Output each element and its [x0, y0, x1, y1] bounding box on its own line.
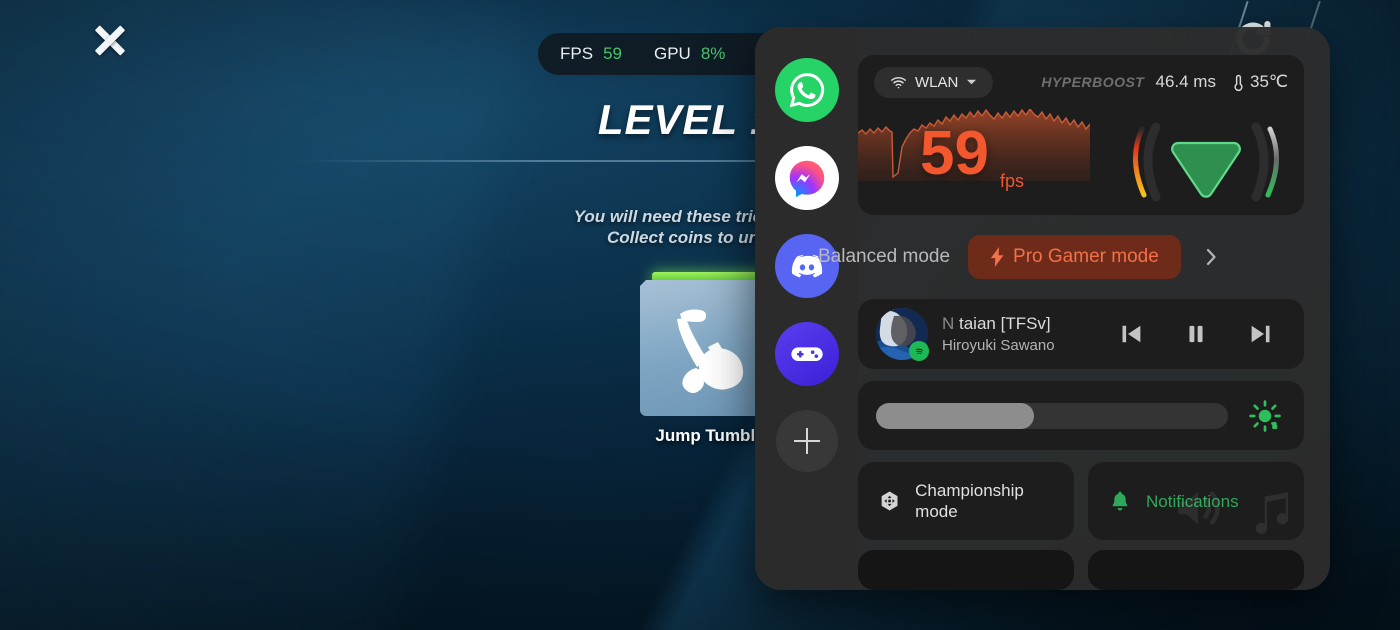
gpu-label: GPU: [653, 44, 691, 63]
game-turbo-overlay-panel: WLAN HYPERBOOST 46.4 ms 35℃ 59 fps Balan…: [755, 27, 1330, 590]
album-art[interactable]: [876, 308, 929, 362]
fps-label: FPS: [560, 44, 594, 63]
dock-app-whatsapp[interactable]: [774, 58, 839, 122]
previous-track-icon: [1122, 325, 1141, 343]
music-note-watermark-icon: [1255, 492, 1289, 535]
brightness-slider[interactable]: [876, 402, 1228, 429]
speaker-watermark-icon: [1178, 491, 1220, 525]
brightness-slider-fill: [876, 402, 1035, 429]
mode-pro-gamer-label: Pro Gamer mode: [1013, 246, 1159, 267]
gauge-arc-left-shadow: [1143, 122, 1161, 202]
championship-mode-tile[interactable]: Championship mode: [858, 462, 1074, 540]
peek-card-right[interactable]: [1088, 550, 1304, 590]
fps-value: 59: [603, 44, 622, 63]
next-track-icon: [1251, 325, 1270, 343]
spotify-icon: [912, 344, 926, 358]
fps-large-value: 59: [920, 119, 989, 188]
gauge-arc-right-shadow: [1251, 122, 1269, 202]
hyperboost-brand-label: HYPERBOOST: [1041, 74, 1145, 90]
pause-button[interactable]: [1182, 320, 1210, 348]
thermometer-icon: [1234, 74, 1243, 91]
peek-cards-row: [858, 550, 1304, 590]
gpu-value: 8%: [700, 44, 726, 63]
gauge-arc-left: [1132, 126, 1147, 198]
network-selector[interactable]: WLAN: [874, 66, 994, 98]
track-title-prefix: N: [942, 314, 955, 334]
whatsapp-icon: [789, 73, 824, 108]
dock-app-game-controller[interactable]: [774, 322, 839, 386]
temperature-readout: 35℃: [1232, 72, 1288, 92]
performance-card: WLAN HYPERBOOST 46.4 ms 35℃ 59 fps: [858, 55, 1304, 215]
dock-app-messenger[interactable]: [774, 146, 839, 210]
lightning-bolt-icon: [990, 247, 1004, 267]
latency-value: 46.4 ms: [1155, 72, 1216, 91]
previous-track-button[interactable]: [1116, 319, 1146, 349]
plus-icon-vertical: [805, 428, 808, 454]
championship-mode-label: Championship mode: [915, 481, 1024, 521]
mode-next-button[interactable]: [1195, 240, 1229, 274]
network-label: WLAN: [915, 73, 959, 91]
fps-unit-label: fps: [1000, 171, 1025, 191]
bell-icon: [1112, 491, 1128, 511]
mode-pro-gamer-button[interactable]: Pro Gamer mode: [968, 235, 1181, 279]
performance-mode-row: Balanced mode Pro Gamer mode: [818, 227, 1304, 287]
overlay-content: WLAN HYPERBOOST 46.4 ms 35℃ 59 fps Balan…: [818, 27, 1330, 590]
gauge-center-triangle: [1171, 141, 1241, 198]
chevron-right-icon: [1207, 248, 1216, 266]
music-player-card: N taian [TFSv] Hiroyuki Sawano: [858, 299, 1304, 370]
performance-header: WLAN HYPERBOOST 46.4 ms 35℃: [858, 55, 1304, 109]
brightness-sun-icon: [1249, 399, 1281, 432]
notifications-tile[interactable]: Notifications: [1088, 462, 1304, 540]
tumble-figure-icon: [658, 298, 762, 398]
track-title: N taian [TFSv]: [942, 314, 1102, 334]
wifi-icon: [891, 76, 906, 88]
track-title-text: taian [TFSv]: [954, 314, 1051, 334]
quick-action-tiles: Championship mode Notifications: [858, 462, 1304, 540]
track-info: N taian [TFSv] Hiroyuki Sawano: [942, 314, 1102, 354]
fps-performance-bar[interactable]: FPS 59 GPU 8% C: [538, 33, 792, 75]
messenger-icon: [789, 160, 824, 198]
performance-gauges: [1132, 122, 1280, 202]
hexagon-move-icon: [881, 491, 898, 511]
next-track-button[interactable]: [1246, 319, 1276, 349]
app-dock: [755, 27, 858, 590]
performance-body: 59 fps: [858, 109, 1304, 215]
chevron-down-icon: [967, 79, 977, 85]
pause-icon: [1189, 325, 1203, 343]
brightness-card: [858, 381, 1304, 450]
close-button[interactable]: [92, 22, 128, 58]
game-controller-icon: [790, 347, 823, 361]
spotify-badge-icon: [909, 341, 929, 362]
music-controls: [1116, 319, 1286, 349]
track-artist: Hiroyuki Sawano: [942, 337, 1055, 355]
temperature-value: 35℃: [1249, 72, 1288, 91]
gauge-arc-right: [1265, 126, 1280, 198]
peek-card-left[interactable]: [858, 550, 1074, 590]
mode-balanced-button[interactable]: Balanced mode: [818, 246, 950, 268]
dock-add-app-button[interactable]: [775, 410, 838, 472]
brightness-toggle-button[interactable]: [1244, 399, 1286, 433]
